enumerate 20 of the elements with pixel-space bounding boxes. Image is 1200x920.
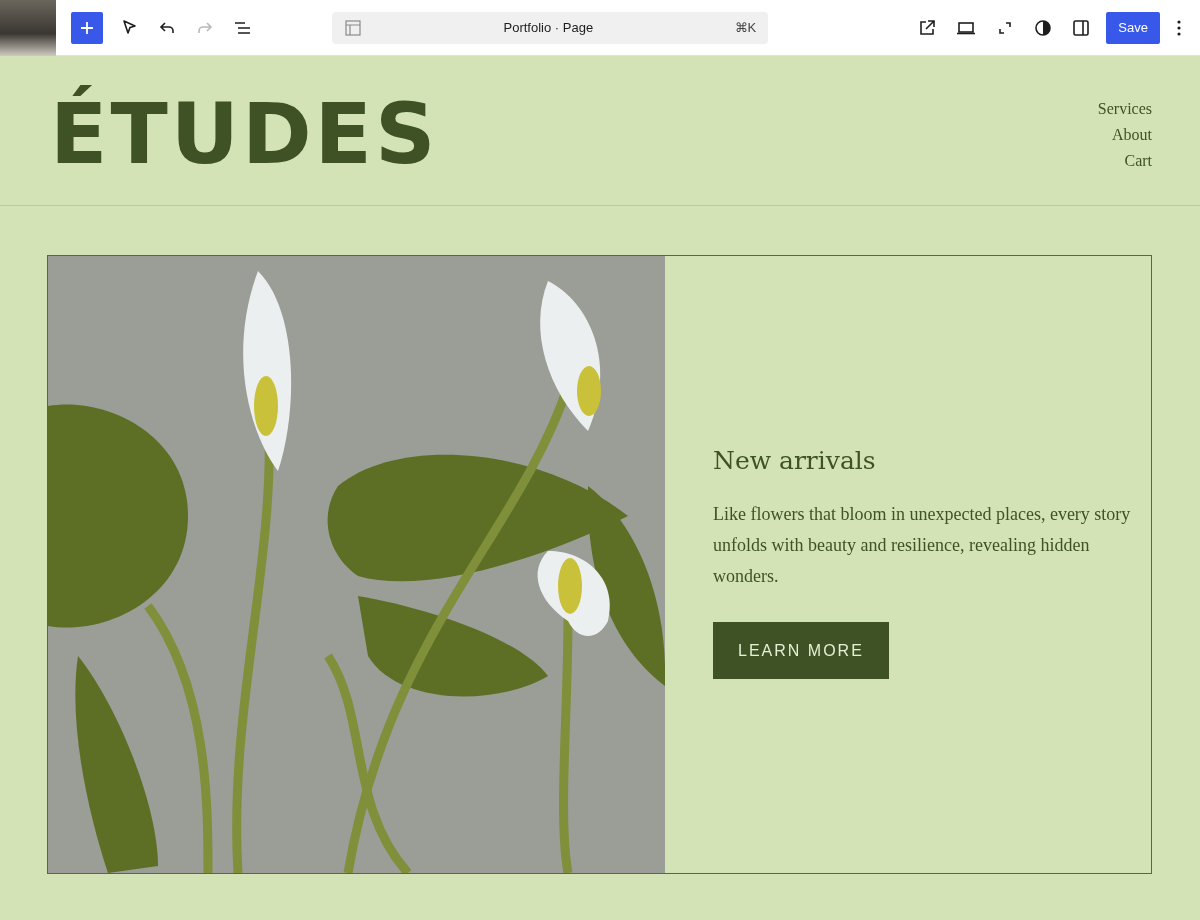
plus-icon [79,19,95,36]
layout-icon [344,18,363,37]
media-text-block[interactable]: New arrivals Like flowers that bloom in unexpected places, every story unfolds with beauty and resilience, revealing hidden wonders. LEARN MORE [47,255,1152,874]
document-bar[interactable]: Portfolio · Page ⌘K [332,11,769,44]
photo-placeholder[interactable] [0,0,56,56]
add-block-button[interactable] [71,11,103,44]
external-link-icon[interactable] [917,17,938,38]
section-paragraph: Like flowers that bloom in unexpected places, every story unfolds with beauty and resilience, revealing hidden wonders. [713,503,1132,588]
nav-link[interactable]: Cart [1124,148,1152,174]
sidebar-icon[interactable] [1071,17,1092,38]
nav-link[interactable]: About [1112,122,1152,148]
nav-link[interactable]: Services [1097,96,1152,122]
more-options-icon[interactable] [1176,18,1182,37]
site-title[interactable]: ÉTUDES [50,82,439,187]
keyboard-shortcut: ⌘K [734,20,757,35]
section-heading: New arrivals [713,446,877,475]
learn-more-button[interactable]: LEARN MORE [713,622,889,679]
document-title: Portfolio · Page [502,20,595,35]
save-button[interactable]: Save [1106,11,1160,44]
contrast-icon[interactable] [1033,17,1054,38]
